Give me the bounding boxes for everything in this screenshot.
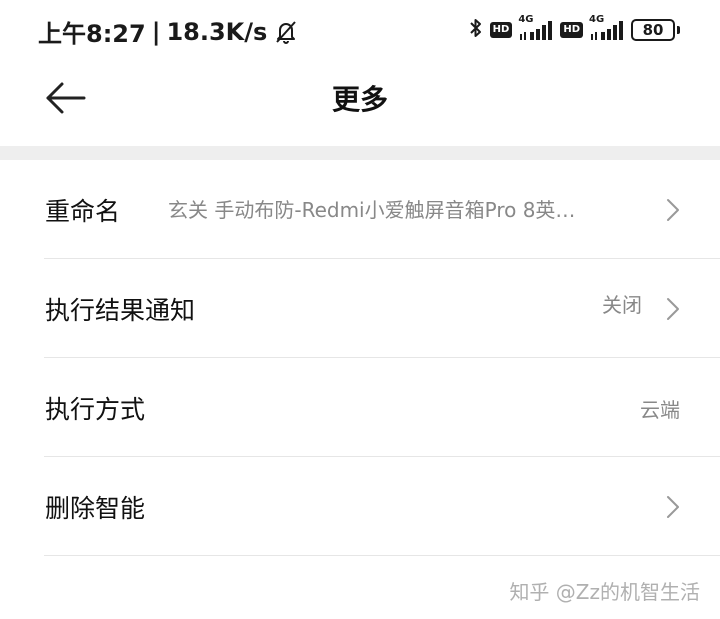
battery-tip bbox=[677, 26, 680, 34]
rename-row[interactable]: 重命名 玄关 手动布防-Redmi小爱触屏音箱Pro 8英… bbox=[0, 160, 720, 259]
watermark: 知乎 @Zz的机智生活 bbox=[509, 580, 700, 604]
status-time: 上午8:27 bbox=[38, 20, 146, 48]
status-right: HD 4G HD 4G 80 bbox=[468, 14, 680, 44]
notification-row[interactable]: 执行结果通知 关闭 bbox=[0, 259, 720, 358]
signal-icon-2: 4G bbox=[589, 14, 625, 42]
battery-level: 80 bbox=[631, 19, 675, 41]
execution-mode-label: 执行方式 bbox=[45, 395, 146, 424]
hd-badge-2: HD bbox=[560, 22, 583, 38]
signal-icon: 4G bbox=[518, 14, 554, 42]
status-bar: 上午8:27 | 18.3K/s HD 4G HD 4G 80 bbox=[0, 0, 720, 58]
chevron-right-icon bbox=[667, 298, 679, 320]
status-separator: | bbox=[151, 17, 161, 46]
chevron-right-icon bbox=[667, 496, 679, 518]
status-left: 上午8:27 | 18.3K/s bbox=[38, 14, 299, 49]
section-divider bbox=[0, 146, 720, 160]
rename-label: 重命名 bbox=[45, 197, 121, 226]
notification-value: 关闭 bbox=[602, 293, 642, 317]
hd-badge-1: HD bbox=[489, 22, 513, 38]
execution-mode-value: 云端 bbox=[640, 398, 680, 422]
settings-list: 重命名 玄关 手动布防-Redmi小爱触屏音箱Pro 8英… 执行结果通知 关闭… bbox=[0, 160, 720, 556]
chevron-right-icon bbox=[667, 199, 679, 221]
delete-row[interactable]: 删除智能 bbox=[0, 457, 720, 556]
notification-label: 执行结果通知 bbox=[45, 296, 196, 325]
execution-mode-row[interactable]: 执行方式 云端 bbox=[0, 358, 720, 457]
delete-label: 删除智能 bbox=[45, 494, 146, 523]
bell-off-icon bbox=[273, 19, 299, 45]
header: 更多 bbox=[0, 58, 720, 146]
page-title: 更多 bbox=[331, 83, 388, 116]
status-net-speed: 18.3K/s bbox=[166, 17, 268, 46]
battery-icon: 80 bbox=[631, 19, 680, 41]
bluetooth-icon bbox=[468, 16, 484, 44]
rename-value: 玄关 手动布防-Redmi小爱触屏音箱Pro 8英… bbox=[168, 198, 576, 222]
